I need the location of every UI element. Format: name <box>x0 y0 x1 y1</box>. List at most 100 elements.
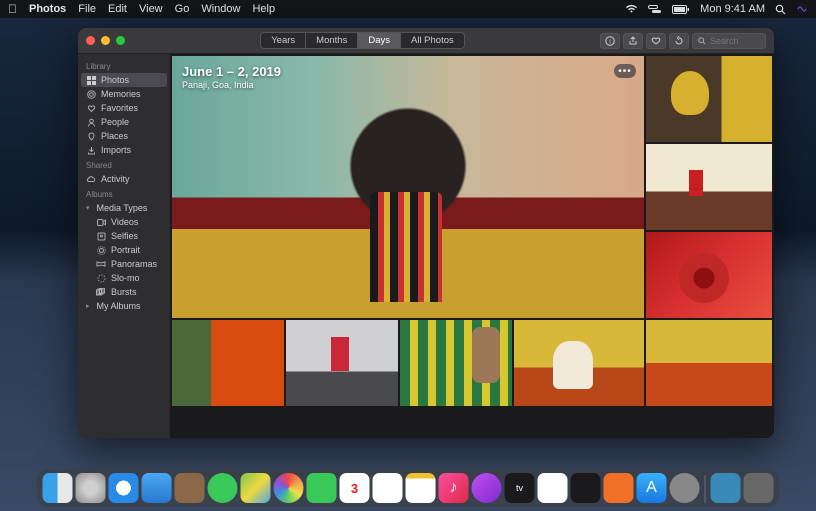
day-date-range: June 1 – 2, 2019 <box>182 64 281 79</box>
sidebar-item-favorites[interactable]: Favorites <box>78 101 170 115</box>
dock-launchpad[interactable] <box>76 473 106 503</box>
photo-thumbnail[interactable] <box>646 56 772 142</box>
memories-icon <box>86 89 96 99</box>
minimize-button[interactable] <box>101 36 110 45</box>
segment-all-photos[interactable]: All Photos <box>400 33 464 48</box>
photo-thumbnail[interactable] <box>172 320 284 406</box>
battery-icon[interactable] <box>672 5 690 14</box>
search-input[interactable] <box>710 36 760 46</box>
menu-file[interactable]: File <box>78 3 96 15</box>
menu-bar:  Photos File Edit View Go Window Help M… <box>0 0 816 18</box>
dock-mail[interactable] <box>142 473 172 503</box>
sidebar-item-media-types[interactable]: ▾ Media Types <box>78 201 170 215</box>
dock-news[interactable] <box>538 473 568 503</box>
menu-window[interactable]: Window <box>201 3 240 15</box>
photo-thumbnail[interactable] <box>286 320 398 406</box>
sidebar-item-bursts[interactable]: Bursts <box>78 285 170 299</box>
sidebar-item-label: People <box>101 117 129 127</box>
window-titlebar: Years Months Days All Photos i <box>78 28 774 54</box>
selfie-icon <box>96 231 106 241</box>
sidebar: Library Photos Memories Favorites People… <box>78 54 170 438</box>
dock-facetime[interactable] <box>307 473 337 503</box>
dock-podcasts[interactable] <box>472 473 502 503</box>
sidebar-item-selfies[interactable]: Selfies <box>78 229 170 243</box>
apple-menu-icon[interactable]:  <box>8 2 17 16</box>
dock: 3 ♪ tv A <box>37 469 780 507</box>
sidebar-item-slomo[interactable]: Slo-mo <box>78 271 170 285</box>
day-header: June 1 – 2, 2019 Panaji, Goa, India <box>182 64 281 90</box>
sidebar-item-label: Memories <box>101 89 141 99</box>
dock-music[interactable]: ♪ <box>439 473 469 503</box>
photo-grid: June 1 – 2, 2019 Panaji, Goa, India ••• <box>170 54 774 438</box>
dock-system-preferences[interactable] <box>670 473 700 503</box>
dock-calendar[interactable]: 3 <box>340 473 370 503</box>
cloud-icon <box>86 174 96 184</box>
video-icon <box>96 217 106 227</box>
photo-thumbnail[interactable] <box>514 320 644 406</box>
sidebar-item-label: Panoramas <box>111 259 157 269</box>
share-button[interactable] <box>623 33 643 49</box>
photo-thumbnail[interactable] <box>646 320 772 406</box>
sidebar-item-portrait[interactable]: Portrait <box>78 243 170 257</box>
dock-messages[interactable] <box>208 473 238 503</box>
sidebar-item-videos[interactable]: Videos <box>78 215 170 229</box>
dock-finder[interactable] <box>43 473 73 503</box>
sidebar-item-label: Portrait <box>111 245 140 255</box>
calendar-day-label: 3 <box>351 481 358 496</box>
dock-safari[interactable] <box>109 473 139 503</box>
sidebar-item-memories[interactable]: Memories <box>78 87 170 101</box>
sidebar-item-places[interactable]: Places <box>78 129 170 143</box>
menu-edit[interactable]: Edit <box>108 3 127 15</box>
dock-books[interactable] <box>604 473 634 503</box>
rotate-button[interactable] <box>669 33 689 49</box>
dock-tv[interactable]: tv <box>505 473 535 503</box>
sidebar-item-photos[interactable]: Photos <box>81 73 167 87</box>
menu-clock[interactable]: Mon 9:41 AM <box>700 3 765 15</box>
dock-contacts[interactable] <box>175 473 205 503</box>
menu-view[interactable]: View <box>139 3 163 15</box>
sidebar-header-albums: Albums <box>78 186 170 201</box>
segment-years[interactable]: Years <box>261 33 305 48</box>
dock-notes[interactable] <box>406 473 436 503</box>
photo-thumbnail[interactable] <box>646 232 772 318</box>
spotlight-icon[interactable] <box>775 4 786 15</box>
menu-help[interactable]: Help <box>252 3 275 15</box>
dock-trash[interactable] <box>744 473 774 503</box>
siri-icon[interactable] <box>796 3 808 15</box>
favorite-button[interactable] <box>646 33 666 49</box>
control-center-icon[interactable] <box>648 5 662 14</box>
sidebar-item-label: My Albums <box>97 301 141 311</box>
close-button[interactable] <box>86 36 95 45</box>
dock-appstore[interactable]: A <box>637 473 667 503</box>
photo-thumbnail[interactable] <box>646 144 772 230</box>
segment-days[interactable]: Days <box>357 33 400 48</box>
photo-thumbnail[interactable] <box>400 320 512 406</box>
dock-reminders[interactable] <box>373 473 403 503</box>
fullscreen-button[interactable] <box>116 36 125 45</box>
sidebar-item-activity[interactable]: Activity <box>78 172 170 186</box>
more-button[interactable]: ••• <box>614 64 636 78</box>
sidebar-item-label: Imports <box>101 145 131 155</box>
dock-maps[interactable] <box>241 473 271 503</box>
hero-photo[interactable]: June 1 – 2, 2019 Panaji, Goa, India ••• <box>172 56 644 318</box>
info-button[interactable]: i <box>600 33 620 49</box>
sidebar-item-label: Slo-mo <box>111 273 140 283</box>
sidebar-item-imports[interactable]: Imports <box>78 143 170 157</box>
segment-months[interactable]: Months <box>305 33 357 48</box>
sidebar-item-panoramas[interactable]: Panoramas <box>78 257 170 271</box>
day-location: Panaji, Goa, India <box>182 80 281 90</box>
dock-stocks[interactable] <box>571 473 601 503</box>
sidebar-item-label: Selfies <box>111 231 138 241</box>
sidebar-item-label: Media Types <box>97 203 148 213</box>
menu-go[interactable]: Go <box>175 3 190 15</box>
sidebar-item-my-albums[interactable]: ▸ My Albums <box>78 299 170 313</box>
app-menu[interactable]: Photos <box>29 3 66 15</box>
dock-photos[interactable] <box>274 473 304 503</box>
search-field[interactable] <box>692 33 766 49</box>
sidebar-item-label: Places <box>101 131 128 141</box>
dock-downloads[interactable] <box>711 473 741 503</box>
portrait-icon <box>96 245 106 255</box>
traffic-lights <box>86 36 125 45</box>
wifi-icon[interactable] <box>625 4 638 14</box>
sidebar-item-people[interactable]: People <box>78 115 170 129</box>
